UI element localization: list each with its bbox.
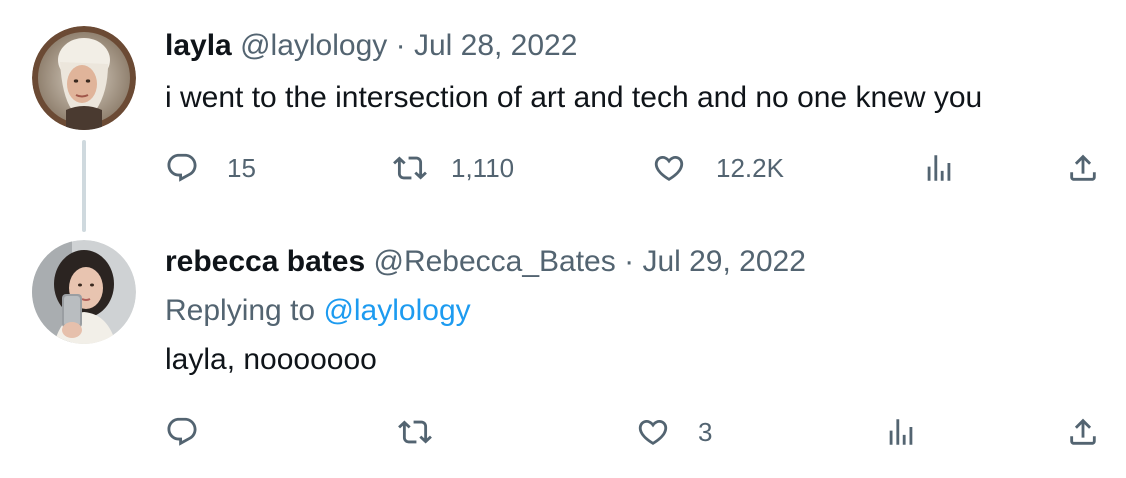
- thread-line: [82, 140, 86, 232]
- author-name[interactable]: layla: [165, 29, 232, 62]
- share-button[interactable]: [1066, 412, 1100, 452]
- author-handle[interactable]: @Rebecca_Bates: [373, 245, 615, 278]
- reply-icon: [167, 153, 197, 182]
- reply-icon: [167, 417, 197, 446]
- tweet-date[interactable]: Jul 28, 2022: [414, 29, 577, 62]
- tweet-layla[interactable]: layla @laylology · Jul 28, 2022 i went t…: [0, 0, 1126, 232]
- retweet-count: 1,110: [451, 152, 515, 183]
- like-button[interactable]: 3: [636, 412, 712, 452]
- heart-icon: [654, 155, 684, 181]
- tweet-text: layla, nooooooo: [165, 343, 377, 376]
- retweet-icon: [393, 156, 427, 180]
- replying-to-label: Replying to: [165, 294, 316, 327]
- retweet-button[interactable]: [398, 412, 432, 452]
- tweet-header: layla @laylology · Jul 28, 2022: [165, 28, 577, 64]
- avatar-layla[interactable]: [32, 26, 136, 130]
- reply-button[interactable]: 15: [165, 148, 256, 188]
- tweet-text: i went to the intersection of art and te…: [165, 81, 983, 114]
- meta-separator: ·: [624, 245, 635, 278]
- replying-to-line: Replying to @laylology: [165, 293, 471, 329]
- heart-icon: [638, 419, 668, 445]
- retweet-icon: [398, 420, 432, 444]
- avatar-layla-image: [32, 26, 136, 130]
- share-icon: [1070, 418, 1096, 445]
- analytics-icon: [889, 419, 913, 445]
- views-button[interactable]: [884, 412, 918, 452]
- avatar-rebecca-image: [32, 240, 136, 344]
- meta-separator: ·: [395, 29, 406, 62]
- like-count: 3: [698, 416, 713, 447]
- share-icon: [1070, 154, 1096, 181]
- tweet-rebecca-bates[interactable]: rebecca bates @Rebecca_Bates · Jul 29, 2…: [0, 232, 1126, 478]
- share-button[interactable]: [1066, 148, 1100, 188]
- replying-to-mention[interactable]: @laylology: [323, 294, 470, 327]
- analytics-icon: [927, 155, 951, 181]
- reply-count: 15: [227, 152, 256, 183]
- views-button[interactable]: [922, 148, 956, 188]
- avatar-rebecca-bates[interactable]: [32, 240, 136, 344]
- author-handle[interactable]: @laylology: [240, 29, 387, 62]
- retweet-button[interactable]: 1,110: [393, 148, 514, 188]
- author-name[interactable]: rebecca bates: [165, 245, 365, 278]
- reply-button[interactable]: [165, 412, 199, 452]
- like-count: 12.2K: [716, 152, 784, 183]
- tweet-header: rebecca bates @Rebecca_Bates · Jul 29, 2…: [165, 244, 806, 280]
- like-button[interactable]: 12.2K: [652, 148, 784, 188]
- tweet-date[interactable]: Jul 29, 2022: [642, 245, 805, 278]
